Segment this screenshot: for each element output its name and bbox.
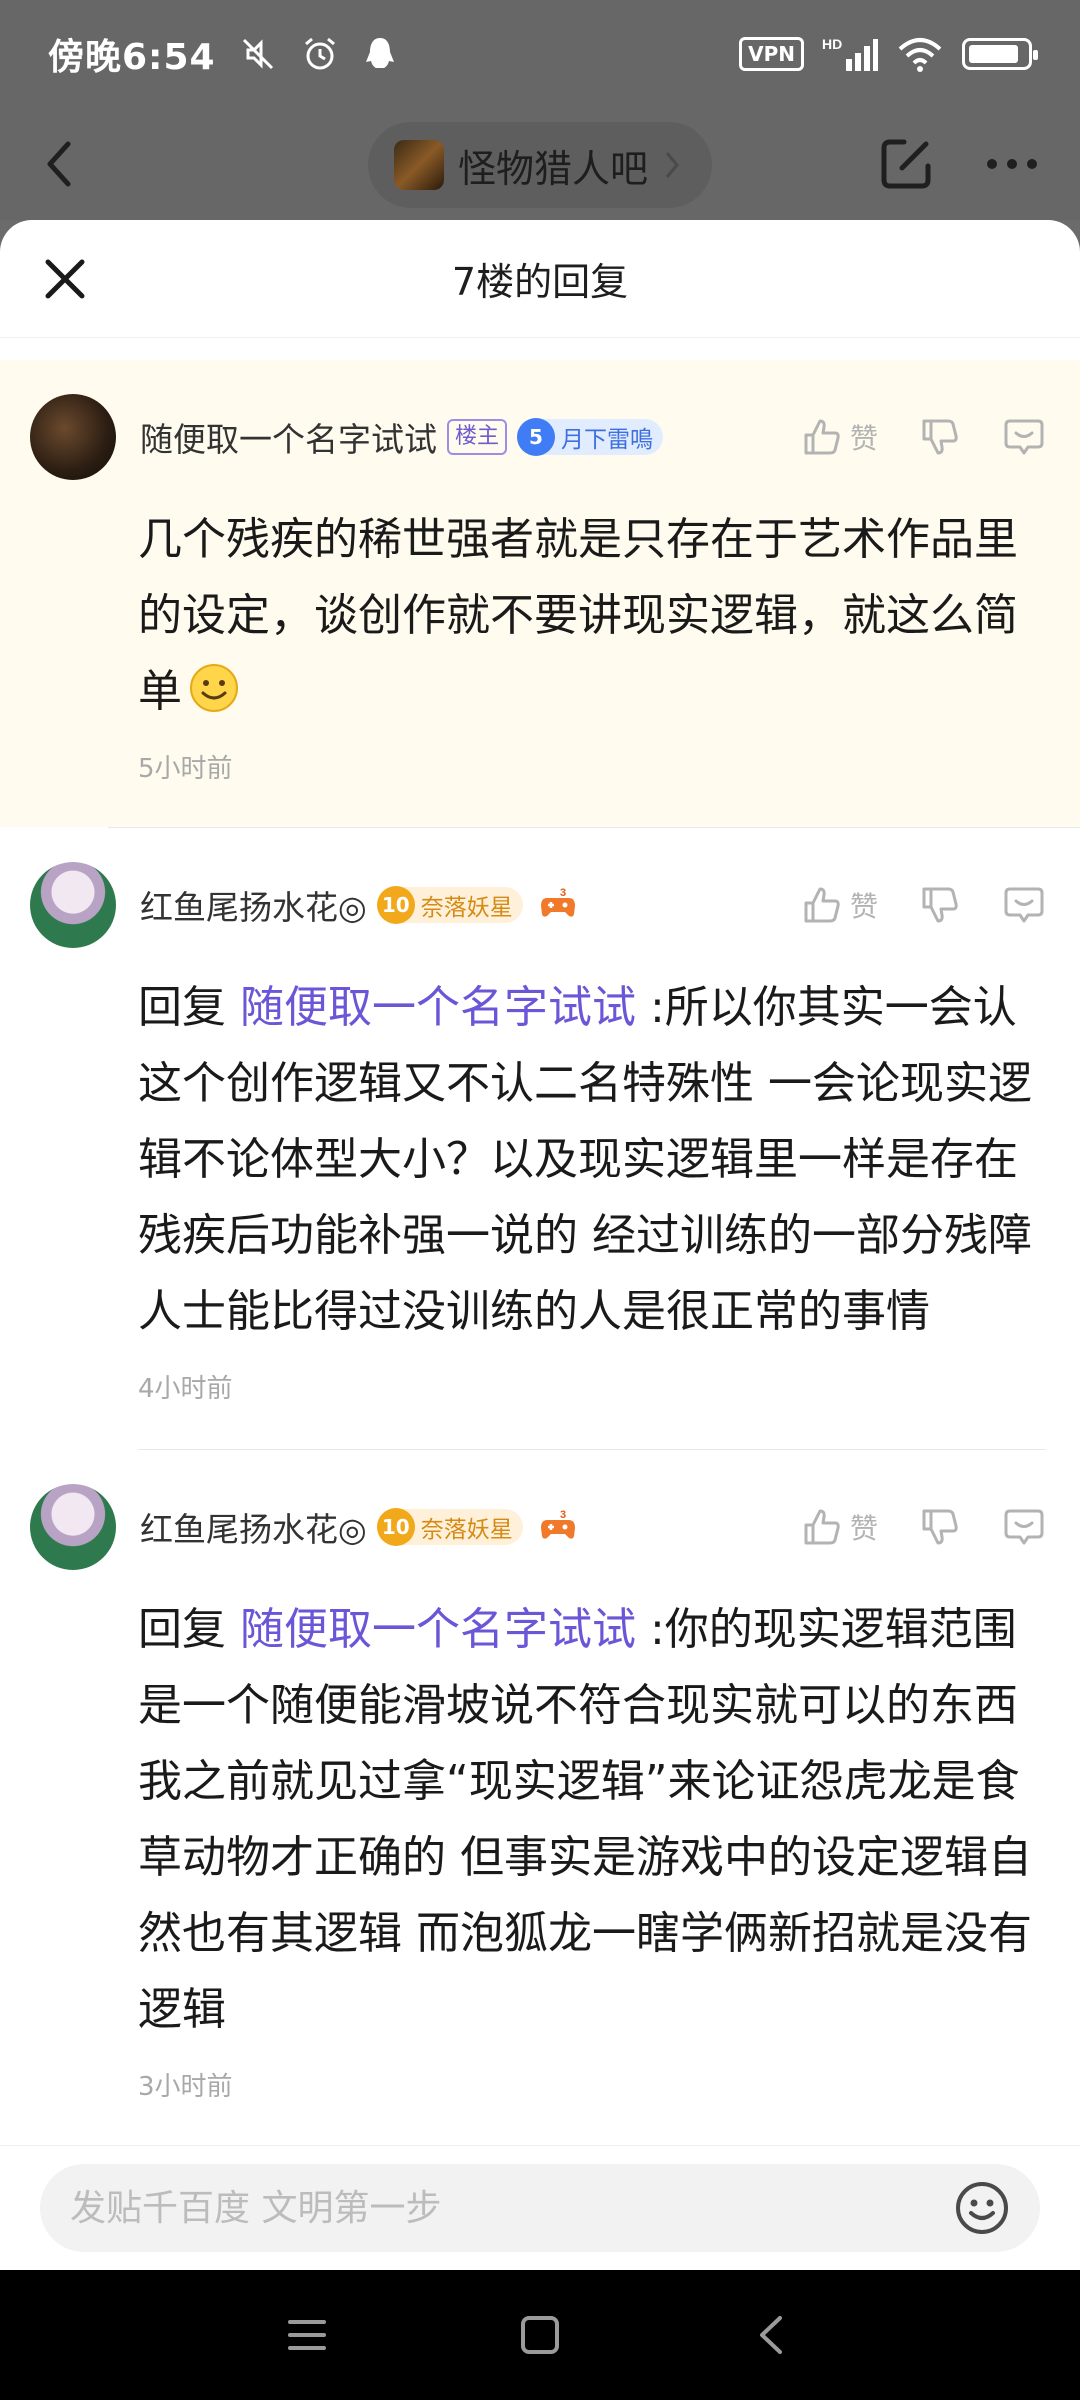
reply-header: 随便取一个名字试试 楼主 5 月下雷鳴 赞 [30, 394, 1046, 480]
alarm-icon [304, 37, 335, 70]
svg-text:3: 3 [560, 1509, 566, 1521]
battery-icon [962, 38, 1038, 70]
svg-text:3: 3 [560, 887, 566, 899]
chevron-right-icon [665, 152, 679, 178]
wifi-icon [898, 38, 942, 72]
reply-input[interactable] [70, 2187, 954, 2229]
smile-emoji-icon [190, 664, 238, 712]
thumbs-up-icon [804, 1509, 840, 1545]
status-time: 傍晚6:54 [48, 37, 216, 78]
avatar[interactable] [30, 394, 116, 480]
reply-content: :所以你其实一会认这个创作逻辑又不认二名特殊性 一会论现实逻辑不论体型大小？以及… [138, 982, 1032, 1337]
username[interactable]: 红鱼尾扬水花◎ [140, 1503, 367, 1551]
level-number: 10 [376, 1508, 415, 1546]
reply-prefix: 回复 [138, 1604, 226, 1655]
reply-content: :你的现实逻辑范围是一个随便能滑坡说不符合现实就可以的东西 我之前就见过拿“现实… [138, 1604, 1032, 2035]
like-button[interactable]: 赞 [800, 1505, 878, 1549]
home-square-icon[interactable] [515, 2310, 565, 2360]
reply-item: 随便取一个名字试试 楼主 5 月下雷鳴 赞 几个残疾的稀世强者就是只存在于艺术作… [0, 360, 1080, 827]
forum-pill[interactable]: 怪物猎人吧 [367, 122, 713, 208]
top-bar: 怪物猎人吧 [0, 108, 1080, 220]
smile-icon[interactable] [954, 2180, 1010, 2236]
top-right-actions [876, 134, 1040, 194]
mute-icon [242, 38, 273, 70]
reply-sheet: 7楼的回复 随便取一个名字试试 楼主 5 月下雷鳴 赞 几个残疾的稀世强者就是只… [0, 220, 1080, 2270]
thumbs-up-icon [804, 419, 840, 455]
reply-actions: 赞 [800, 883, 1046, 927]
reply-actions: 赞 [800, 1505, 1046, 1549]
reply-actions: 赞 [800, 415, 1046, 459]
screen: 傍晚6:54 VPN HD 怪物猎人吧 7楼的回复 随便取一个名字试试 楼主 5… [0, 0, 1080, 2400]
mention-link[interactable]: 随便取一个名字试试 [240, 1604, 636, 1655]
qq-icon [365, 38, 394, 68]
game-controller-icon: 3 [540, 1509, 575, 1539]
reply-time: 3小时前 [138, 2072, 233, 2102]
reply-content: 几个残疾的稀世强者就是只存在于艺术作品里的设定，谈创作就不要讲现实逻辑，就这么简… [138, 514, 1018, 717]
reply-text: 几个残疾的稀世强者就是只存在于艺术作品里的设定，谈创作就不要讲现实逻辑，就这么简… [138, 502, 1046, 730]
forum-name: 怪物猎人吧 [457, 146, 649, 191]
close-icon[interactable] [40, 254, 90, 304]
op-tag: 楼主 [447, 419, 508, 455]
reply-input-container [40, 2164, 1040, 2252]
reply-time: 4小时前 [138, 1374, 233, 1404]
username[interactable]: 红鱼尾扬水花◎ [140, 881, 367, 929]
back-arrow-icon[interactable] [40, 136, 80, 192]
level-title: 奈落妖星 [420, 1517, 513, 1543]
like-label: 赞 [849, 1512, 878, 1545]
reply-header: 红鱼尾扬水花◎ 10 奈落妖星 3 赞 [30, 1484, 1046, 1570]
reply-header: 红鱼尾扬水花◎ 10 奈落妖星 3 赞 [30, 862, 1046, 948]
sheet-title: 7楼的回复 [451, 260, 629, 304]
like-button[interactable]: 赞 [800, 415, 878, 459]
comment-icon[interactable] [1002, 415, 1046, 459]
reply-item: 红鱼尾扬水花◎ 10 奈落妖星 3 赞 回复 随便取一个名字试试 :你的现实逻辑… [0, 1450, 1080, 2103]
avatar[interactable] [30, 1484, 116, 1570]
level-number: 10 [376, 886, 415, 924]
level-title: 奈落妖星 [420, 895, 513, 921]
forum-thumbnail [393, 140, 444, 190]
reply-item: 红鱼尾扬水花◎ 10 奈落妖星 3 赞 回复 随便取一个名字试试 :所以你其实一… [0, 828, 1080, 1450]
mention-link[interactable]: 随便取一个名字试试 [240, 982, 636, 1033]
reply-time: 5小时前 [138, 754, 233, 784]
like-label: 赞 [849, 422, 878, 455]
menu-icon[interactable] [282, 2310, 332, 2360]
like-label: 赞 [849, 890, 878, 923]
thumbs-down-icon[interactable] [918, 1505, 962, 1549]
level-badge: 5 月下雷鳴 [517, 418, 664, 456]
status-bar: 傍晚6:54 VPN HD [0, 0, 1080, 108]
signal-icon: HD [822, 36, 878, 71]
level-badge: 10 奈落妖星 [376, 886, 523, 924]
system-nav-bar [0, 2270, 1080, 2400]
level-badge: 10 奈落妖星 [376, 1508, 523, 1546]
edit-icon[interactable] [876, 134, 936, 194]
like-button[interactable]: 赞 [800, 883, 878, 927]
sheet-header: 7楼的回复 [0, 220, 1080, 338]
avatar[interactable] [30, 862, 116, 948]
more-icon[interactable] [984, 154, 1040, 174]
status-right: VPN HD [739, 35, 1038, 73]
thumbs-down-icon[interactable] [918, 415, 962, 459]
game-controller-icon: 3 [540, 887, 575, 917]
reply-prefix: 回复 [138, 982, 226, 1033]
thumbs-down-icon[interactable] [918, 883, 962, 927]
nav-back-icon[interactable] [748, 2310, 798, 2360]
thumbs-up-icon [804, 887, 840, 923]
reply-text: 回复 随便取一个名字试试 :你的现实逻辑范围是一个随便能滑坡说不符合现实就可以的… [138, 1592, 1046, 2048]
comment-icon[interactable] [1002, 883, 1046, 927]
level-title: 月下雷鳴 [561, 427, 654, 453]
level-number: 5 [517, 418, 556, 456]
username[interactable]: 随便取一个名字试试 [140, 413, 437, 461]
svg-text:HD: HD [822, 36, 842, 52]
reply-text: 回复 随便取一个名字试试 :所以你其实一会认这个创作逻辑又不认二名特殊性 一会论… [138, 970, 1046, 1350]
comment-icon[interactable] [1002, 1505, 1046, 1549]
vpn-badge: VPN [739, 37, 804, 71]
input-bar [0, 2145, 1080, 2270]
status-left-icons [238, 34, 398, 74]
